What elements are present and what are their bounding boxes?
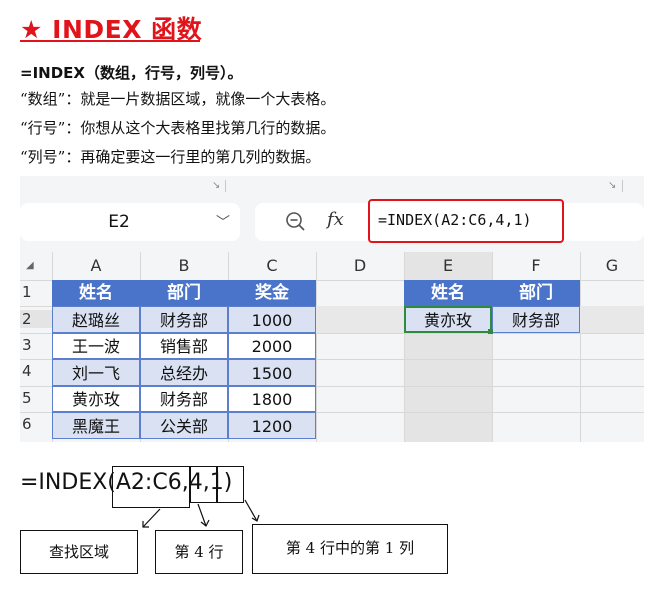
- arrow-icons: [142, 499, 260, 528]
- label-column-number: 第 4 行中的第 1 列: [252, 524, 448, 574]
- label-lookup-range: 查找区域: [20, 530, 138, 574]
- label-row-number: 第 4 行: [155, 530, 243, 574]
